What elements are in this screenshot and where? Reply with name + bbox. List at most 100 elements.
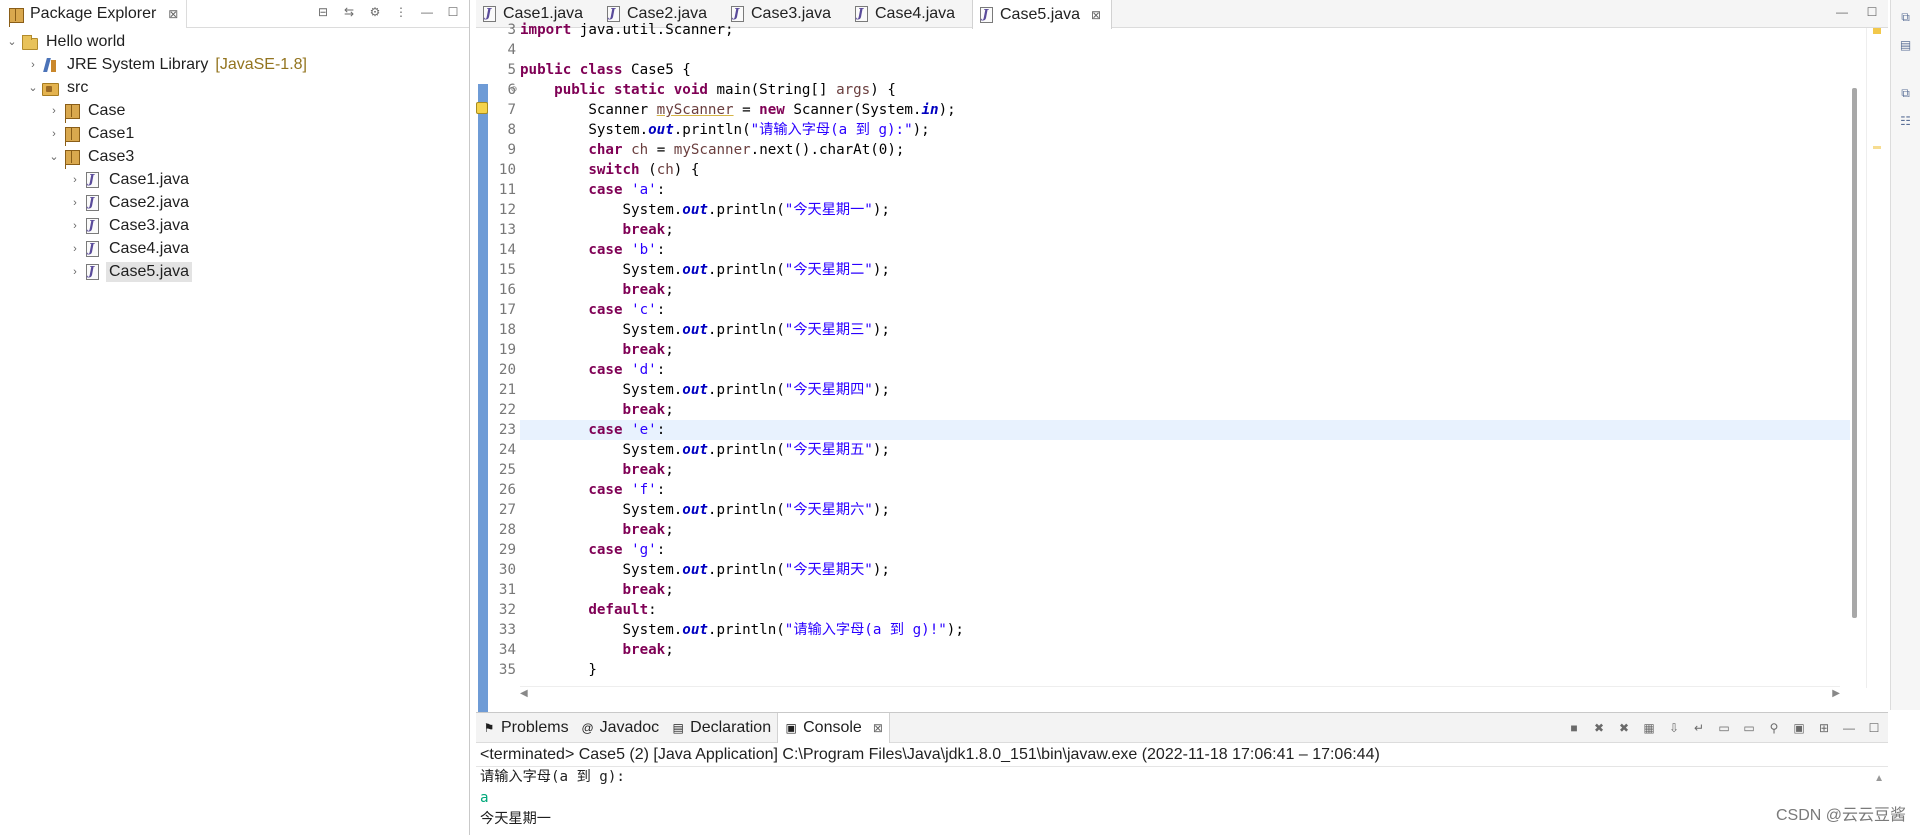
scroll-right-icon[interactable]: ▶	[1832, 688, 1840, 699]
scrollbar-thumb[interactable]	[1852, 88, 1857, 618]
restore-icon[interactable]: ⧉	[1897, 10, 1915, 28]
tree-item[interactable]: ⌄ Hello world	[0, 30, 469, 53]
editor-vertical-scrollbar[interactable]	[1848, 28, 1862, 688]
chevron-right-icon[interactable]: ›	[67, 243, 83, 255]
clear-console-icon[interactable]: ▦	[1641, 720, 1657, 736]
tree-item[interactable]: › Case1.java	[0, 168, 469, 191]
restore-icon[interactable]: ⧉	[1897, 86, 1915, 104]
scroll-left-icon[interactable]: ◀	[520, 688, 528, 699]
chevron-down-icon[interactable]: ⌄	[46, 150, 62, 163]
maximize-icon[interactable]: ☐	[445, 4, 461, 20]
scroll-lock-icon[interactable]: ⇩	[1666, 720, 1682, 736]
editor-tab-label: Case5.java	[1000, 5, 1081, 23]
maximize-icon[interactable]: ☐	[1864, 4, 1880, 20]
terminate-icon[interactable]: ■	[1566, 720, 1582, 736]
close-icon[interactable]: ⊠	[1091, 8, 1101, 22]
bottom-tab[interactable]: ⚑ Problems	[476, 713, 575, 743]
code-text: System.out.println("今天星期二");	[520, 262, 890, 278]
tree-item[interactable]: › Case3.java	[0, 214, 469, 237]
line-number: 33	[498, 622, 516, 638]
source-folder-icon	[41, 80, 59, 96]
remove-all-terminated-icon[interactable]: ✖	[1616, 720, 1632, 736]
bottom-tab[interactable]: ▤ Declaration	[665, 713, 777, 743]
line-number: 22	[498, 402, 516, 418]
tree-item[interactable]: › Case4.java	[0, 237, 469, 260]
editor-tab[interactable]: Case5.java ⊠	[972, 0, 1113, 29]
remove-launch-icon[interactable]: ✖	[1591, 720, 1607, 736]
code-text: default:	[588, 602, 657, 618]
tree-item[interactable]: ⌄ src	[0, 76, 469, 99]
filters-icon[interactable]: ⚙	[367, 4, 383, 20]
chevron-right-icon[interactable]: ›	[67, 266, 83, 278]
chevron-right-icon[interactable]: ›	[67, 220, 83, 232]
editor-horizontal-scrollbar[interactable]: ◀ ▶	[520, 686, 1840, 702]
console-output-line: 请输入字母(a 到 g):	[480, 769, 625, 785]
bottom-panel: ⚑ Problems @ Javadoc ▤ Declaration ▣ Console ⊠ ■…	[476, 712, 1888, 835]
editor-tab-label: Case3.java	[751, 5, 832, 22]
close-icon[interactable]: ⊠	[168, 7, 178, 21]
line-number: 15	[498, 262, 516, 278]
word-wrap-icon[interactable]: ↵	[1691, 720, 1707, 736]
tree-item[interactable]: › Case5.java	[0, 260, 469, 283]
editor-tab[interactable]: Case3.java	[724, 0, 841, 28]
java-file-icon	[83, 263, 101, 280]
line-number: 23	[498, 422, 516, 438]
code-editor[interactable]: 3 import java.util.Scanner; 4 5 public class…	[476, 22, 1888, 714]
line-number: 30	[498, 562, 516, 578]
javadoc-icon: @	[581, 720, 594, 735]
minimize-icon[interactable]: —	[1841, 720, 1857, 736]
project-tree: ⌄ Hello world › JRE System Library [JavaSE-1…	[0, 28, 469, 283]
scroll-up-icon[interactable]: ▲	[1874, 773, 1884, 784]
console-output[interactable]: 请输入字母(a 到 g): a 今天星期一	[476, 767, 1888, 830]
pin-console-icon[interactable]: ⚲	[1766, 720, 1782, 736]
code-text: System.out.println("今天星期一");	[520, 202, 890, 218]
minimize-icon[interactable]: —	[419, 4, 435, 20]
view-menu-icon[interactable]: ⋮	[393, 4, 409, 20]
minimize-icon[interactable]: —	[1834, 4, 1850, 20]
tree-item-label: Hello world	[46, 32, 126, 50]
tree-item[interactable]: › JRE System Library [JavaSE-1.8]	[0, 53, 469, 76]
line-number: 9	[507, 142, 516, 158]
tree-item[interactable]: › Case2.java	[0, 191, 469, 214]
code-text: case 'g':	[588, 542, 666, 558]
collapse-all-icon[interactable]: ⊟	[315, 4, 331, 20]
chevron-right-icon[interactable]: ›	[46, 128, 62, 140]
chevron-right-icon[interactable]: ›	[46, 105, 62, 117]
warning-overview-marker[interactable]	[1873, 28, 1881, 34]
console-icon: ▣	[785, 720, 797, 735]
tree-item[interactable]: › Case	[0, 99, 469, 122]
bottom-tab[interactable]: @ Javadoc	[575, 713, 666, 743]
warning-icon[interactable]	[476, 102, 488, 114]
display-console-icon[interactable]: ▣	[1791, 720, 1807, 736]
project-icon	[20, 34, 38, 50]
chevron-down-icon[interactable]: ⌄	[25, 81, 41, 94]
show-on-error-icon[interactable]: ▭	[1741, 720, 1757, 736]
tree-item-label: Case	[88, 101, 126, 119]
open-console-icon[interactable]: ⊞	[1816, 720, 1832, 736]
task-list-icon[interactable]: ▤	[1897, 38, 1915, 56]
line-number: 14	[498, 242, 516, 258]
chevron-right-icon[interactable]: ›	[67, 174, 83, 186]
line-number: 26	[498, 482, 516, 498]
chevron-right-icon[interactable]: ›	[67, 197, 83, 209]
editor-tab[interactable]: Case4.java	[848, 0, 965, 28]
outline-icon[interactable]: ☷	[1897, 114, 1915, 132]
package-explorer-tab[interactable]: Package Explorer ⊠	[0, 0, 188, 28]
chevron-right-icon[interactable]: ›	[25, 59, 41, 71]
link-with-editor-icon[interactable]: ⇆	[341, 4, 357, 20]
occurrence-overview-marker[interactable]	[1873, 146, 1881, 149]
java-file-icon	[977, 6, 995, 23]
fold-collapse-icon[interactable]: ⊖	[511, 80, 517, 100]
minimized-views-strip: ⧉ ▤ ⧉ ☷	[1890, 0, 1920, 710]
line-number: 5	[507, 62, 516, 78]
tree-item[interactable]: › Case1	[0, 122, 469, 145]
bottom-tab[interactable]: ▣ Console ⊠	[777, 712, 890, 743]
tree-item[interactable]: ⌄ Case3	[0, 145, 469, 168]
code-text: case 'f':	[588, 482, 666, 498]
chevron-down-icon[interactable]: ⌄	[4, 35, 20, 48]
code-text: System.out.println("今天星期五");	[520, 442, 890, 458]
show-on-output-icon[interactable]: ▭	[1716, 720, 1732, 736]
line-number: 18	[498, 322, 516, 338]
maximize-icon[interactable]: ☐	[1866, 720, 1882, 736]
close-icon[interactable]: ⊠	[873, 721, 883, 735]
